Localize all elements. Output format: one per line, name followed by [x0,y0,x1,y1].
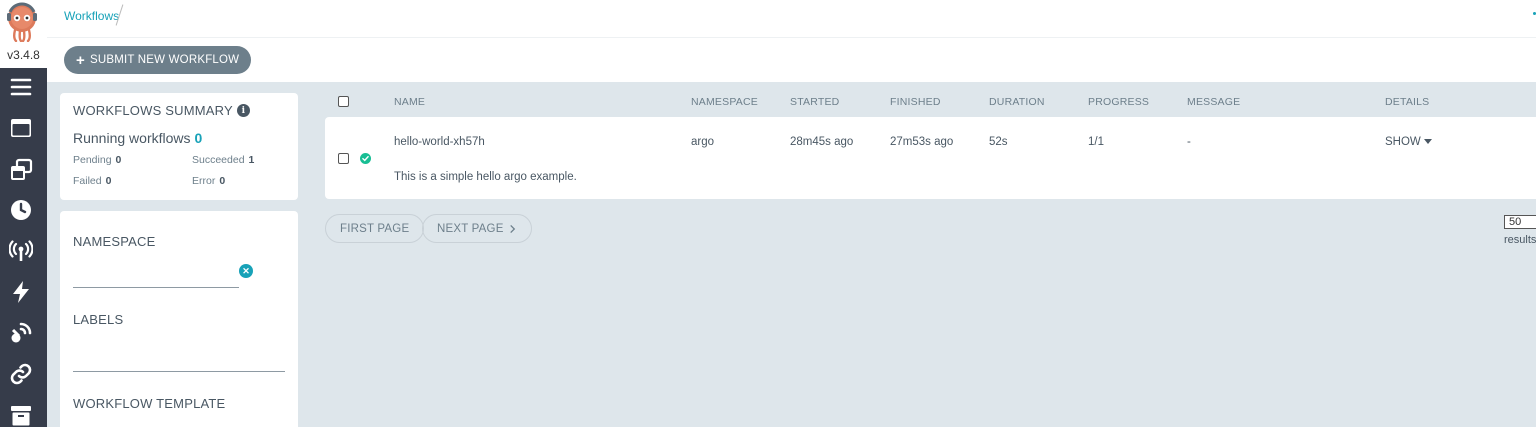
plus-icon: + [76,51,85,69]
error-label: Error [192,175,216,187]
header-finished: FINISHED [890,96,941,108]
first-page-button[interactable]: FIRST PAGE [325,214,425,243]
workflow-description: This is a simple hello argo example. [394,171,577,183]
labels-label: LABELS [73,312,124,327]
header-started: STARTED [790,96,840,108]
succeeded-count: 1 [248,154,255,166]
pending-label: Pending [73,154,112,166]
running-count[interactable]: 0 [195,130,203,146]
workflows-icon[interactable] [8,115,34,141]
pending-stat: Pending 0 [73,154,121,166]
namespace-input-underline [73,287,239,288]
header-message: MESSAGE [1187,96,1241,108]
chevron-right-icon [509,224,515,233]
next-page-label: NEXT PAGE [437,222,504,235]
header-namespace: NAMESPACE [691,96,758,108]
top-bar: Workflows [47,0,1536,38]
failed-count: 0 [105,175,112,187]
failed-stat: Failed 0 [73,175,111,187]
workflow-finished: 27m53s ago [890,136,954,148]
next-page-button[interactable]: NEXT PAGE [422,214,532,243]
sidebar: v3.4.8 [0,0,47,427]
error-stat: Error 0 [192,175,225,187]
show-details-label: SHOW [1385,136,1421,148]
menu-icon[interactable] [8,74,34,100]
succeeded-status-icon [360,153,371,164]
select-all-checkbox[interactable] [338,96,349,107]
workflow-name[interactable]: hello-world-xh57h [394,136,485,148]
first-page-label: FIRST PAGE [340,222,410,235]
namespace-input[interactable] [73,263,239,285]
workflow-started: 28m45s ago [790,136,854,148]
workflow-message: - [1187,136,1191,148]
event-flow-icon[interactable] [8,320,34,346]
event-sources-icon[interactable] [8,238,34,264]
filters-card: NAMESPACE ✕ LABELS WORKFLOW TEMPLATE [60,211,298,427]
header-details: DETAILS [1385,96,1430,108]
labels-input[interactable] [73,341,285,369]
action-bar: + SUBMIT NEW WORKFLOW [47,38,1536,82]
sensors-icon[interactable] [8,279,34,305]
pending-count: 0 [115,154,122,166]
cron-workflows-icon[interactable] [8,197,34,223]
running-workflows: Running workflows 0 [73,130,202,146]
submit-new-workflow-label: SUBMIT NEW WORKFLOW [89,54,240,66]
workflows-summary-card: WORKFLOWS SUMMARY i Running workflows 0 P… [60,93,298,200]
submit-new-workflow-button[interactable]: + SUBMIT NEW WORKFLOW [64,46,252,74]
succeeded-stat: Succeeded 1 [192,154,254,166]
header-name: NAME [394,96,426,108]
workflow-duration: 52s [989,136,1008,148]
workflow-progress: 1/1 [1088,136,1104,148]
header-duration: DURATION [989,96,1045,108]
error-count: 0 [219,175,226,187]
info-icon[interactable]: i [236,104,250,117]
running-label: Running workflows [73,130,191,146]
workflow-templates-icon[interactable] [8,157,34,183]
logo-area: v3.4.8 [0,0,47,68]
version-label: v3.4.8 [7,48,40,62]
argo-logo-icon[interactable] [5,2,39,42]
labels-input-underline [73,371,285,372]
links-icon[interactable] [8,361,34,387]
workflow-row[interactable]: hello-world-xh57h argo 28m45s ago 27m53s… [325,117,1536,199]
caret-down-icon [1423,139,1432,145]
results-label: results [1504,234,1536,246]
clear-namespace-icon[interactable]: ✕ [239,264,253,278]
header-progress: PROGRESS [1088,96,1150,108]
summary-title: WORKFLOWS SUMMARY i [73,103,250,118]
summary-title-text: WORKFLOWS SUMMARY [73,103,233,118]
namespace-label: NAMESPACE [73,234,156,249]
succeeded-label: Succeeded [192,154,245,166]
page-size-select[interactable]: 50 [1504,215,1536,229]
workflow-template-label: WORKFLOW TEMPLATE [73,396,226,411]
workflow-namespace: argo [691,136,715,148]
failed-label: Failed [73,175,102,187]
row-checkbox[interactable] [338,153,349,164]
breadcrumb-workflows[interactable]: Workflows [64,9,119,23]
show-details-toggle[interactable]: SHOW [1385,136,1432,148]
archive-icon[interactable] [8,402,34,427]
